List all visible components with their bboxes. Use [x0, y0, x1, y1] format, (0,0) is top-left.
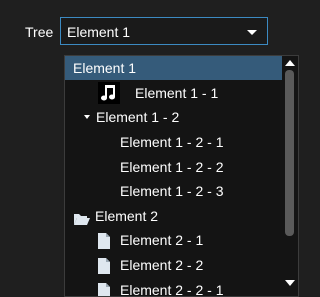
tree-item-element-1-2-2[interactable]: Element 1 - 2 - 2 — [65, 155, 282, 179]
tree-item-label: Element 1 - 2 — [96, 109, 180, 125]
vertical-scrollbar[interactable] — [282, 56, 298, 296]
tree-item-element-1-1[interactable]: Element 1 - 1 — [65, 81, 282, 105]
tree-combobox-value: Element 1 — [67, 24, 131, 40]
tree-item-element-2[interactable]: Element 2 — [65, 204, 282, 228]
tree-item-element-1[interactable]: Element 1 — [65, 56, 282, 80]
tree-item-label: Element 1 - 2 - 2 — [120, 159, 224, 175]
tree-combobox[interactable]: Element 1 — [60, 17, 268, 45]
tree-item-element-2-2-1[interactable]: Element 2 - 2 - 1 — [65, 278, 282, 297]
tree-item-element-2-1[interactable]: Element 2 - 1 — [65, 228, 282, 252]
tree-item-element-1-2[interactable]: Element 1 - 2 — [65, 105, 282, 129]
expand-caret-icon[interactable] — [84, 115, 90, 119]
tree-item-label: Element 2 — [95, 208, 159, 224]
tree-item-label: Element 1 — [73, 60, 137, 76]
tree-item-label: Element 1 - 2 - 1 — [120, 134, 224, 150]
tree-item-element-1-2-1[interactable]: Element 1 - 2 - 1 — [65, 130, 282, 154]
file-icon — [98, 282, 110, 296]
scrollbar-thumb[interactable] — [285, 70, 294, 236]
tree-dropdown-list[interactable]: Element 1 Element 1 - 1 Element 1 - 2 El… — [64, 55, 299, 297]
music-note-icon — [98, 82, 120, 104]
tree-item-label: Element 2 - 1 — [120, 232, 204, 248]
chevron-down-icon[interactable] — [247, 30, 257, 35]
tree-item-label: Element 1 - 2 - 3 — [120, 183, 224, 199]
tree-field-label: Tree — [25, 24, 54, 40]
scroll-up-arrow-icon[interactable] — [285, 60, 295, 66]
scroll-down-arrow-icon[interactable] — [285, 280, 295, 286]
tree-item-element-2-2[interactable]: Element 2 - 2 — [65, 253, 282, 277]
tree-item-element-1-2-3[interactable]: Element 1 - 2 - 3 — [65, 179, 282, 203]
tree-item-label: Element 1 - 1 — [135, 85, 219, 101]
tree-item-label: Element 2 - 2 - 1 — [120, 282, 224, 297]
tree-item-label: Element 2 - 2 — [120, 257, 204, 273]
